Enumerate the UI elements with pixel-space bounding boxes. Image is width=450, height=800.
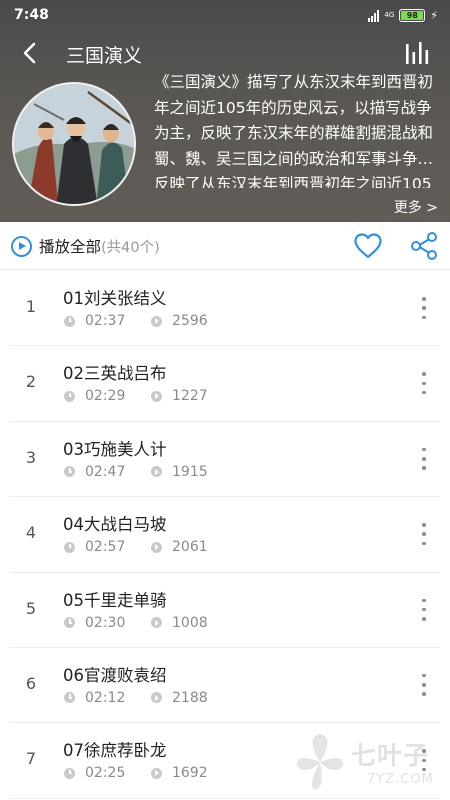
play-all-button[interactable]: 播放全部 (共40个) — [11, 235, 160, 257]
episode-duration: 02:30 — [85, 614, 126, 631]
episode-duration: 02:47 — [85, 463, 126, 480]
clock-icon — [64, 617, 75, 629]
album-cover — [12, 82, 136, 206]
episode-index: 2 — [25, 372, 37, 392]
status-bar: 7:48 4G 98 ⚡ — [0, 0, 450, 30]
episode-title: 07徐庶荐卧龙 — [63, 741, 167, 761]
episode-meta: 02:30 1008 — [64, 615, 208, 631]
episode-index: 3 — [25, 447, 37, 467]
episode-title: 02三英战吕布 — [63, 364, 167, 384]
now-playing-button[interactable] — [404, 38, 432, 66]
more-options-icon[interactable] — [418, 598, 430, 621]
play-count-icon — [151, 617, 162, 629]
episode-duration: 02:57 — [85, 539, 126, 556]
clock-icon — [64, 466, 75, 478]
clock-icon — [64, 692, 75, 704]
network-type: 4G — [384, 11, 395, 19]
episode-plays: 2188 — [172, 689, 208, 706]
more-options-icon[interactable] — [418, 673, 430, 696]
clock-icon — [64, 767, 75, 779]
watermark-text: 七叶子 — [351, 741, 430, 770]
leaf-logo-icon — [296, 734, 344, 790]
album-cover-illustration — [14, 84, 134, 204]
episode-meta: 02:29 1227 — [64, 388, 208, 404]
more-options-icon[interactable] — [418, 372, 430, 395]
episode-row[interactable]: 3 03巧施美人计 02:47 1915 — [0, 422, 450, 498]
album-header: 7:48 4G 98 ⚡ 三国演义 《三国演义》描写了从东汉末年到西晋初年之间近… — [0, 0, 450, 222]
equalizer-icon — [406, 42, 429, 64]
signal-icon — [368, 9, 380, 22]
page-title: 三国演义 — [66, 45, 143, 67]
episode-meta: 02:12 2188 — [64, 690, 208, 706]
status-indicators: 4G 98 ⚡ — [368, 9, 438, 22]
episode-title: 06官渡败袁绍 — [63, 665, 167, 685]
play-count-icon — [151, 767, 162, 779]
episode-index: 7 — [25, 749, 37, 769]
play-count-icon — [151, 390, 162, 402]
charging-icon: ⚡ — [430, 9, 438, 22]
play-count-icon — [151, 315, 162, 327]
clock-icon — [64, 541, 75, 553]
episode-duration: 02:37 — [85, 313, 126, 329]
play-all-label: 播放全部 — [39, 238, 102, 256]
episode-duration: 02:29 — [85, 388, 126, 405]
episode-row[interactable]: 2 02三英战吕布 02:29 1227 — [0, 346, 450, 423]
play-count-icon — [151, 692, 162, 704]
clock-icon — [64, 390, 75, 402]
battery-level: 98 — [406, 11, 418, 20]
episode-title: 05千里走单骑 — [63, 590, 167, 610]
episode-plays: 1227 — [172, 388, 208, 405]
episode-meta: 02:47 1915 — [64, 464, 208, 480]
episode-plays: 2596 — [172, 313, 208, 329]
more-options-icon[interactable] — [418, 523, 430, 546]
episode-plays: 2061 — [172, 539, 208, 556]
episode-row[interactable]: 1 01刘关张结义 02:37 2596 — [0, 271, 450, 347]
album-description: 《三国演义》描写了从东汉末年到西晋初年之间近105年的历史风云，以描写战争为主，… — [154, 73, 434, 188]
share-button[interactable] — [409, 231, 439, 261]
episode-meta: 02:37 2596 — [64, 313, 208, 329]
more-options-icon[interactable] — [418, 297, 430, 319]
episode-index: 4 — [25, 523, 37, 543]
episode-title: 01刘关张结义 — [63, 289, 167, 308]
play-count-icon — [151, 541, 162, 553]
episode-plays: 1008 — [172, 614, 208, 631]
heart-icon — [354, 233, 382, 259]
episode-index: 6 — [25, 673, 37, 693]
episode-title: 04大战白马坡 — [63, 515, 167, 535]
episode-index: 5 — [25, 598, 37, 618]
episode-row[interactable]: 5 05千里走单骑 02:30 1008 — [0, 573, 450, 649]
chevron-left-icon — [23, 42, 36, 64]
play-circle-icon — [11, 235, 32, 257]
battery-icon: 98 — [399, 9, 426, 22]
episode-meta: 02:25 1692 — [64, 765, 208, 781]
episode-count: (共40个) — [101, 239, 160, 256]
episode-duration: 02:12 — [85, 689, 126, 706]
clock-icon — [64, 315, 75, 327]
episode-plays: 1692 — [172, 765, 208, 782]
play-count-icon — [151, 466, 162, 478]
favorite-button[interactable] — [353, 232, 383, 260]
episode-meta: 02:57 2061 — [64, 539, 208, 555]
share-icon — [411, 232, 437, 260]
more-link[interactable]: 更多 > — [394, 197, 438, 217]
more-options-icon[interactable] — [418, 447, 430, 470]
episode-plays: 1915 — [172, 463, 208, 480]
episode-duration: 02:25 — [85, 765, 126, 782]
episode-row[interactable]: 4 04大战白马坡 02:57 2061 — [0, 497, 450, 573]
episode-list: 1 01刘关张结义 02:37 2596 2 02三英战吕布 02:29 122… — [0, 271, 450, 800]
watermark: 七叶子 7YZ.COM — [291, 730, 436, 796]
action-bar: 播放全部 (共40个) — [0, 222, 450, 270]
episode-title: 03巧施美人计 — [63, 439, 167, 459]
back-button[interactable] — [14, 38, 44, 68]
episode-index: 1 — [25, 297, 37, 316]
watermark-sub: 7YZ.COM — [367, 772, 434, 787]
status-time: 7:48 — [14, 7, 49, 23]
episode-row[interactable]: 6 06官渡败袁绍 02:12 2188 — [0, 648, 450, 724]
